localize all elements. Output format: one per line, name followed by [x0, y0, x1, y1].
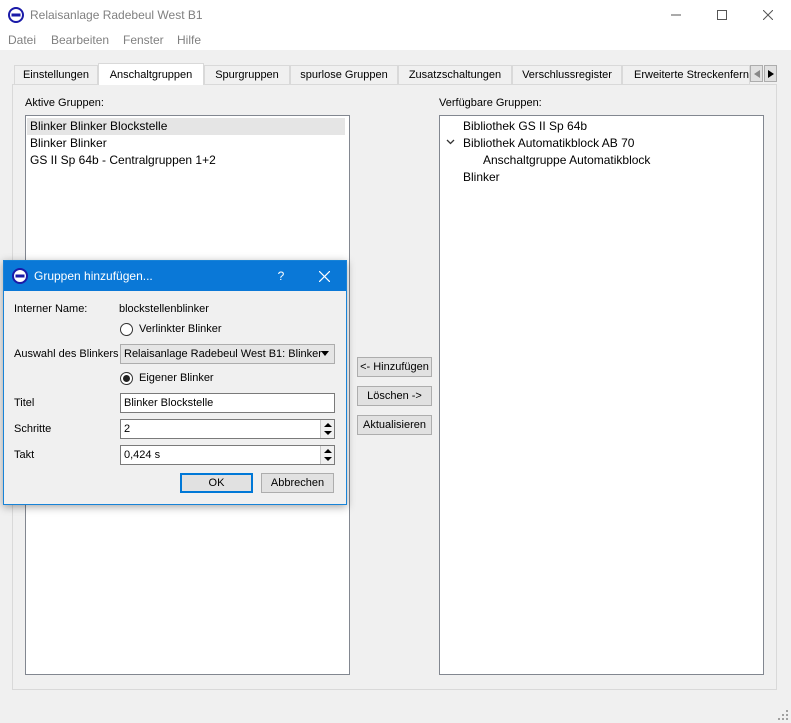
- size-grip-icon[interactable]: [778, 710, 788, 720]
- chevron-right-icon: [767, 69, 774, 78]
- available-groups-tree[interactable]: Bibliothek GS II Sp 64b Bibliothek Autom…: [439, 115, 764, 675]
- tab-spurlose-gruppen[interactable]: spurlose Gruppen: [290, 65, 398, 84]
- tree-item-blinker[interactable]: Blinker: [463, 169, 500, 186]
- maximize-icon: [717, 10, 727, 20]
- radio-own-blinker-label[interactable]: Eigener Blinker: [139, 372, 214, 384]
- tabs-scroll-left-button[interactable]: [750, 65, 763, 82]
- steps-label: Schritte: [14, 423, 52, 435]
- radio-own-blinker[interactable]: [120, 372, 133, 385]
- tree-item-anschaltgruppe[interactable]: Anschaltgruppe Automatikblock: [483, 152, 650, 169]
- dialog-close-button[interactable]: [306, 261, 342, 291]
- list-item[interactable]: Blinker Blinker: [30, 135, 107, 152]
- minimize-button[interactable]: [653, 0, 699, 30]
- blinker-select-value: Relaisanlage Radebeul West B1: Blinker: [124, 348, 322, 360]
- tree-item-automatikblock[interactable]: Bibliothek Automatikblock AB 70: [463, 135, 634, 152]
- takt-spinner[interactable]: [320, 446, 334, 464]
- delete-button[interactable]: Löschen ->: [357, 386, 432, 406]
- add-groups-dialog: Gruppen hinzufügen... ? Interner Name: b…: [3, 260, 347, 505]
- tab-erweiterte-streckenfern[interactable]: Erweiterte Streckenfern: [622, 65, 750, 84]
- chevron-left-icon: [753, 69, 760, 78]
- available-groups-label: Verfügbare Gruppen:: [439, 97, 542, 109]
- menu-datei[interactable]: Datei: [8, 33, 36, 47]
- chevron-down-icon: [321, 351, 329, 356]
- list-item[interactable]: Blinker Blinker Blockstelle: [27, 118, 345, 135]
- internal-name-label: Interner Name:: [14, 303, 88, 315]
- window-title: Relaisanlage Radebeul West B1: [30, 8, 203, 22]
- blinker-select-label: Auswahl des Blinkers: [14, 348, 119, 360]
- menu-fenster[interactable]: Fenster: [123, 33, 164, 47]
- spinner-arrows-icon: [324, 449, 332, 461]
- takt-spinbox[interactable]: 0,424 s: [120, 445, 335, 465]
- steps-spinbox[interactable]: 2: [120, 419, 335, 439]
- spinner-arrows-icon: [324, 423, 332, 435]
- dialog-title: Gruppen hinzufügen...: [34, 269, 153, 283]
- maximize-button[interactable]: [699, 0, 745, 30]
- menu-bar: [0, 30, 791, 50]
- tab-einstellungen[interactable]: Einstellungen: [14, 65, 98, 84]
- dialog-app-icon: [12, 268, 28, 287]
- title-label: Titel: [14, 397, 35, 409]
- close-icon: [318, 270, 330, 282]
- radio-linked-blinker-label[interactable]: Verlinkter Blinker: [139, 323, 222, 335]
- dialog-title-bar: Gruppen hinzufügen... ?: [4, 261, 346, 291]
- close-icon: [763, 10, 773, 20]
- minimize-icon: [671, 14, 681, 16]
- chevron-down-icon[interactable]: [446, 139, 455, 145]
- steps-spinner[interactable]: [320, 420, 334, 438]
- blinker-select[interactable]: Relaisanlage Radebeul West B1: Blinker: [120, 344, 335, 364]
- cancel-button[interactable]: Abbrechen: [261, 473, 334, 493]
- list-item[interactable]: GS II Sp 64b - Centralgruppen 1+2: [30, 152, 216, 169]
- menu-bearbeiten[interactable]: Bearbeiten: [51, 33, 109, 47]
- dialog-help-button[interactable]: ?: [266, 261, 296, 291]
- tab-spurgruppen[interactable]: Spurgruppen: [204, 65, 290, 84]
- menu-hilfe[interactable]: Hilfe: [177, 33, 201, 47]
- radio-linked-blinker[interactable]: [120, 323, 133, 336]
- takt-label: Takt: [14, 449, 35, 461]
- title-input[interactable]: Blinker Blockstelle: [120, 393, 335, 413]
- internal-name-value: blockstellenblinker: [119, 303, 209, 315]
- tab-zusatzschaltungen[interactable]: Zusatzschaltungen: [398, 65, 512, 84]
- tab-anschaltgruppen[interactable]: Anschaltgruppen: [98, 63, 204, 85]
- add-button[interactable]: <- Hinzufügen: [357, 357, 432, 377]
- ok-button[interactable]: OK: [180, 473, 253, 493]
- tabs-scroll-right-button[interactable]: [764, 65, 777, 82]
- close-button[interactable]: [745, 0, 791, 30]
- tab-verschlussregister[interactable]: Verschlussregister: [512, 65, 622, 84]
- app-icon: [8, 7, 24, 23]
- tree-item-gs-ii[interactable]: Bibliothek GS II Sp 64b: [463, 118, 587, 135]
- takt-value: 0,424 s: [124, 449, 161, 461]
- steps-value: 2: [124, 423, 131, 435]
- active-groups-label: Aktive Gruppen:: [25, 97, 104, 109]
- refresh-button[interactable]: Aktualisieren: [357, 415, 432, 435]
